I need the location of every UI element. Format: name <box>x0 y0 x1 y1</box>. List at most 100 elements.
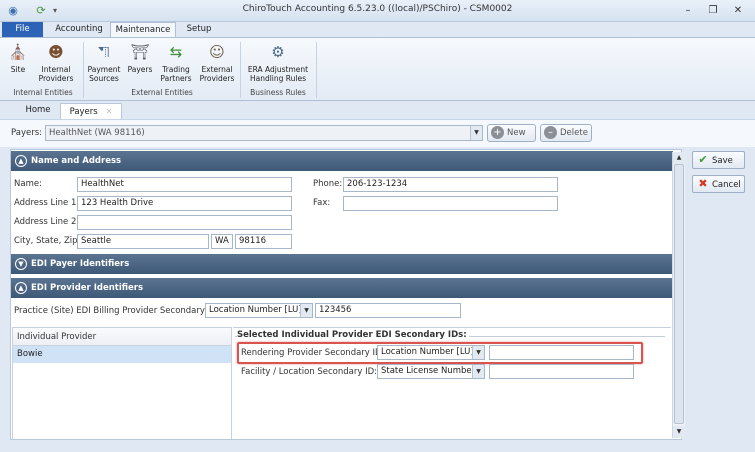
rendering-provider-id-label: Rendering Provider Secondary ID: <box>241 348 385 358</box>
chevron-down-icon[interactable]: ▼ <box>472 346 484 359</box>
payer-detail-panel: ▲ Name and Address Name: HealthNet Addre… <box>10 149 682 440</box>
collapse-icon[interactable]: ▲ <box>15 155 27 167</box>
section-header-edi-provider[interactable]: ▲ EDI Provider Identifiers <box>11 278 673 298</box>
era-rules-icon: ⚙ <box>271 43 285 61</box>
save-label: Save <box>712 156 733 166</box>
ribbon-separator <box>316 42 317 98</box>
provider-list-header[interactable]: Individual Provider <box>13 328 231 346</box>
close-tab-icon[interactable]: ✕ <box>106 107 113 116</box>
facility-id-type-dropdown[interactable]: State License Number [0 ▼ <box>377 364 485 379</box>
payment-sources-button[interactable]: ⛠ Payment Sources <box>86 40 122 83</box>
ribbon-separator <box>240 42 241 98</box>
payers-dropdown[interactable]: HealthNet (WA 98116) ▼ <box>45 125 483 141</box>
title-bar: ◉ ⟳ ▾ ChiroTouch Accounting 6.5.23.0 ((l… <box>0 0 755 22</box>
scrollbar-thumb[interactable] <box>674 164 684 424</box>
phone-field[interactable]: 206-123-1234 <box>343 177 558 192</box>
doc-tab-payers[interactable]: Payers ✕ <box>60 103 122 119</box>
payers-icon: ⛩ <box>130 43 150 61</box>
close-icon[interactable]: ✕ <box>730 4 746 18</box>
payers-button[interactable]: ⛩ Payers <box>126 40 154 75</box>
zip-field[interactable]: 98116 <box>235 234 292 249</box>
individual-provider-list: Individual Provider Bowie <box>12 327 232 439</box>
practice-id-field[interactable]: 123456 <box>315 303 461 318</box>
minimize-icon[interactable]: – <box>680 4 696 18</box>
group-label-external: External Entities <box>131 88 193 97</box>
city-state-zip-label: City, State, Zip: <box>14 236 81 246</box>
rendering-id-field[interactable] <box>489 345 634 360</box>
site-button[interactable]: ⛪ Site <box>4 40 32 75</box>
selected-provider-edi-group: Selected Individual Provider EDI Seconda… <box>233 327 671 439</box>
vertical-scrollbar[interactable]: ▲ ▼ <box>672 152 685 438</box>
expand-icon[interactable]: ▼ <box>15 258 27 270</box>
restore-icon[interactable]: ❐ <box>705 4 721 18</box>
scroll-down-icon[interactable]: ▼ <box>673 426 685 438</box>
era-adjustment-rules-button[interactable]: ⚙ ERA Adjustment Handling Rules <box>245 40 311 83</box>
group-label-business-rules: Business Rules <box>250 88 306 97</box>
chevron-down-icon[interactable]: ▼ <box>470 126 482 140</box>
doctor-icon: ☻ <box>48 43 64 61</box>
ribbon: ⛪ Site ☻ Internal Providers Internal Ent… <box>0 37 755 101</box>
facility-id-type-value: State License Number [0 <box>381 366 485 376</box>
internal-providers-label: Internal Providers <box>38 65 74 83</box>
document-tab-bar: Home Payers ✕ <box>0 101 755 119</box>
external-providers-button[interactable]: ☺ External Providers <box>198 40 236 83</box>
era-rules-label: ERA Adjustment Handling Rules <box>247 65 309 83</box>
name-label: Name: <box>14 179 42 189</box>
delete-button[interactable]: – Delete <box>540 124 592 142</box>
practice-id-type-value: Location Number [LU] <box>209 305 302 315</box>
doc-tab-payers-label: Payers <box>69 107 98 117</box>
payment-source-icon: ⛠ <box>98 43 110 61</box>
address-line2-field[interactable] <box>77 215 292 230</box>
fax-field[interactable] <box>343 196 558 211</box>
chevron-down-icon[interactable]: ▼ <box>300 304 312 317</box>
facility-location-id-label: Facility / Location Secondary ID: <box>241 367 377 377</box>
city-field[interactable]: Seattle <box>77 234 209 249</box>
tab-accounting[interactable]: Accounting <box>52 22 106 37</box>
name-field[interactable]: HealthNet <box>77 177 292 192</box>
rendering-id-type-dropdown[interactable]: Location Number [LU] ▼ <box>377 345 485 360</box>
edi-group-title: Selected Individual Provider EDI Seconda… <box>237 330 469 340</box>
section-header-name-address[interactable]: ▲ Name and Address <box>11 151 673 171</box>
external-providers-label: External Providers <box>199 65 235 83</box>
facility-id-field[interactable] <box>489 364 634 379</box>
new-label: New <box>507 128 526 138</box>
practice-id-type-dropdown[interactable]: Location Number [LU] ▼ <box>205 303 313 318</box>
ribbon-tab-bar: File Accounting Maintenance Setup <box>0 22 755 37</box>
phone-label: Phone: <box>313 179 343 189</box>
rendering-id-type-value: Location Number [LU] <box>381 347 474 357</box>
trading-partners-icon: ⇆ <box>169 43 183 61</box>
list-item[interactable]: Bowie <box>13 346 231 363</box>
state-field[interactable]: WA <box>211 234 233 249</box>
building-icon: ⛪ <box>8 43 28 61</box>
save-button[interactable]: ✔ Save <box>692 151 745 169</box>
status-bar <box>0 440 755 452</box>
site-label: Site <box>10 65 26 74</box>
tab-setup[interactable]: Setup <box>180 22 218 37</box>
collapse-icon[interactable]: ▲ <box>15 282 27 294</box>
doc-tab-home[interactable]: Home <box>18 103 58 119</box>
internal-providers-button[interactable]: ☻ Internal Providers <box>36 40 76 83</box>
group-label-internal: Internal Entities <box>13 88 73 97</box>
scroll-up-icon[interactable]: ▲ <box>673 152 685 164</box>
practice-secondary-id-label: Practice (Site) EDI Billing Provider Sec… <box>14 306 220 316</box>
section-title: EDI Payer Identifiers <box>31 259 130 269</box>
tab-maintenance[interactable]: Maintenance <box>110 22 176 37</box>
trading-partners-button[interactable]: ⇆ Trading Partners <box>158 40 194 83</box>
address-line1-field[interactable]: 123 Health Drive <box>77 196 292 211</box>
plus-icon: + <box>491 126 504 139</box>
payment-sources-label: Payment Sources <box>87 65 121 83</box>
window-title: ChiroTouch Accounting 6.5.23.0 ((local)/… <box>242 4 513 14</box>
section-header-edi-payer[interactable]: ▼ EDI Payer Identifiers <box>11 254 673 274</box>
cancel-x-icon: ✖ <box>698 177 708 190</box>
checkmark-icon: ✔ <box>698 153 708 166</box>
cancel-button[interactable]: ✖ Cancel <box>692 175 745 193</box>
new-button[interactable]: + New <box>487 124 536 142</box>
payers-selected-value: HealthNet (WA 98116) <box>49 128 145 138</box>
address-line2-label: Address Line 2: <box>14 217 80 227</box>
chevron-down-icon[interactable]: ▼ <box>472 365 484 378</box>
external-provider-icon: ☺ <box>209 43 225 61</box>
ribbon-separator <box>83 42 84 98</box>
tab-file[interactable]: File <box>2 22 43 37</box>
section-title: Name and Address <box>31 156 122 166</box>
payers-label: Payers: <box>11 128 42 138</box>
